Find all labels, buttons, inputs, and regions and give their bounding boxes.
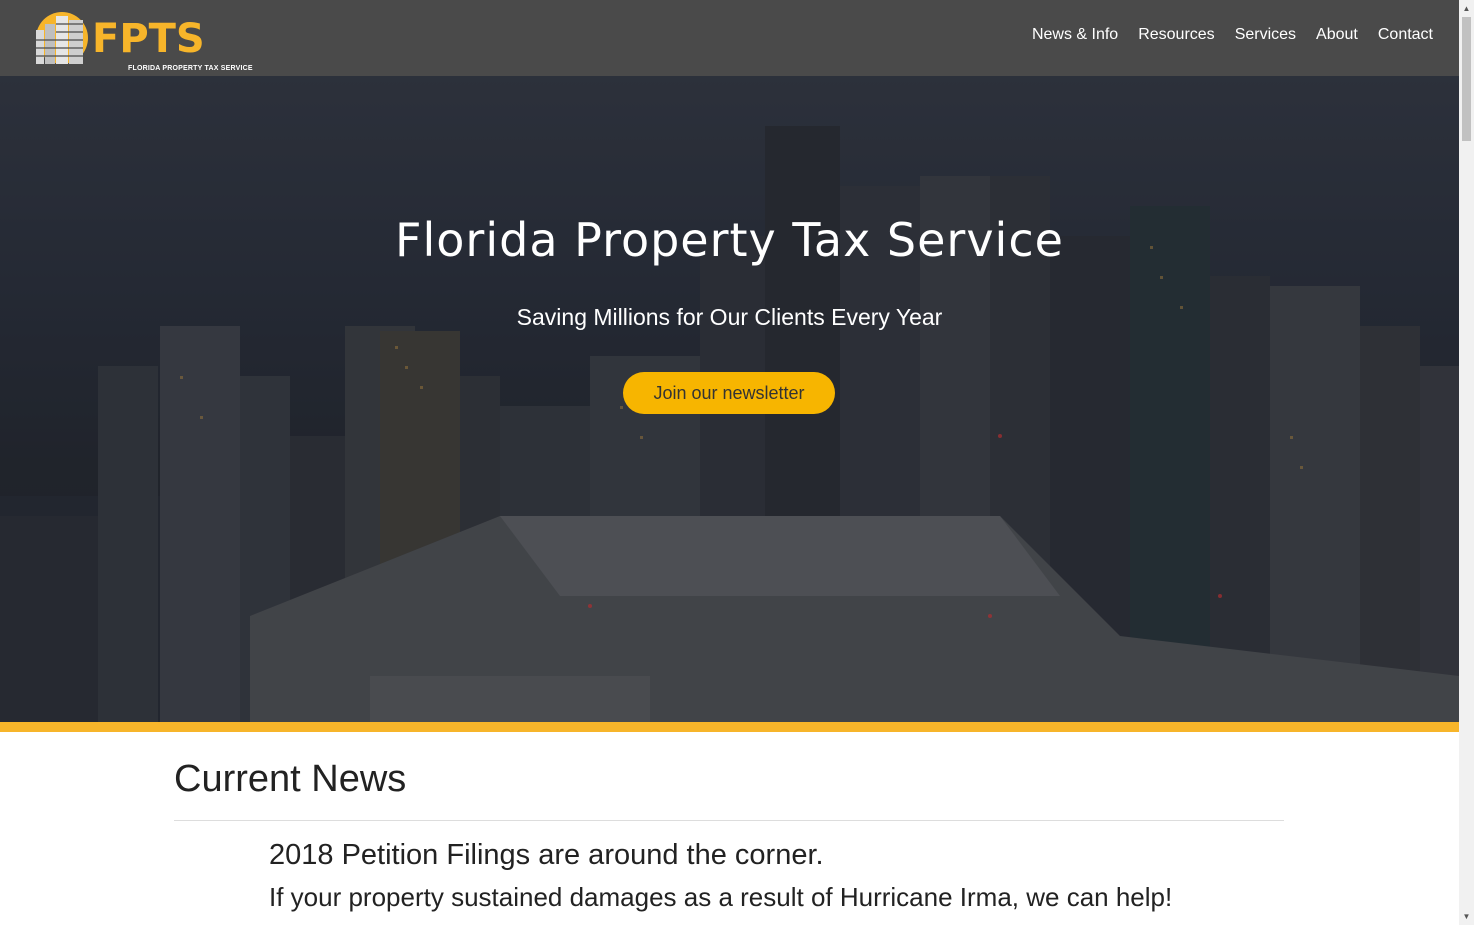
news-item-body: If your property sustained damages as a … — [269, 882, 1173, 912]
hero-banner: Florida Property Tax Service Saving Mill… — [0, 76, 1459, 722]
nav-about[interactable]: About — [1316, 26, 1358, 44]
nav-services[interactable]: Services — [1235, 26, 1296, 44]
page-viewport: FPTS FLORIDA PROPERTY TAX SERVICE News &… — [0, 0, 1459, 925]
main-nav: News & Info Resources Services About Con… — [1032, 26, 1433, 44]
logo-tagline: FLORIDA PROPERTY TAX SERVICE — [128, 65, 253, 72]
news-item-title: 2018 Petition Filings are around the cor… — [269, 839, 824, 871]
top-navbar: FPTS FLORIDA PROPERTY TAX SERVICE News &… — [0, 0, 1459, 76]
hero-subtitle: Saving Millions for Our Clients Every Ye… — [516, 304, 943, 330]
join-newsletter-button[interactable]: Join our newsletter — [623, 372, 835, 414]
svg-text:FPTS: FPTS — [92, 16, 205, 62]
chevron-down-icon[interactable]: ▼ — [1459, 908, 1474, 925]
nav-resources[interactable]: Resources — [1138, 26, 1214, 44]
scrollbar-thumb[interactable] — [1462, 17, 1471, 141]
news-divider — [174, 820, 1284, 821]
nav-contact[interactable]: Contact — [1378, 26, 1433, 44]
news-section: Current News 2018 Petition Filings are a… — [0, 732, 1459, 925]
site-logo[interactable]: FPTS FLORIDA PROPERTY TAX SERVICE — [32, 10, 253, 72]
nav-news-info[interactable]: News & Info — [1032, 26, 1118, 44]
chevron-up-icon[interactable]: ▲ — [1459, 0, 1474, 17]
hero-title: Florida Property Tax Service — [395, 213, 1064, 267]
accent-divider — [0, 722, 1459, 732]
news-heading: Current News — [174, 758, 407, 800]
building-logo-icon: FPTS — [36, 12, 205, 64]
vertical-scrollbar[interactable]: ▲ ▼ — [1459, 0, 1474, 925]
